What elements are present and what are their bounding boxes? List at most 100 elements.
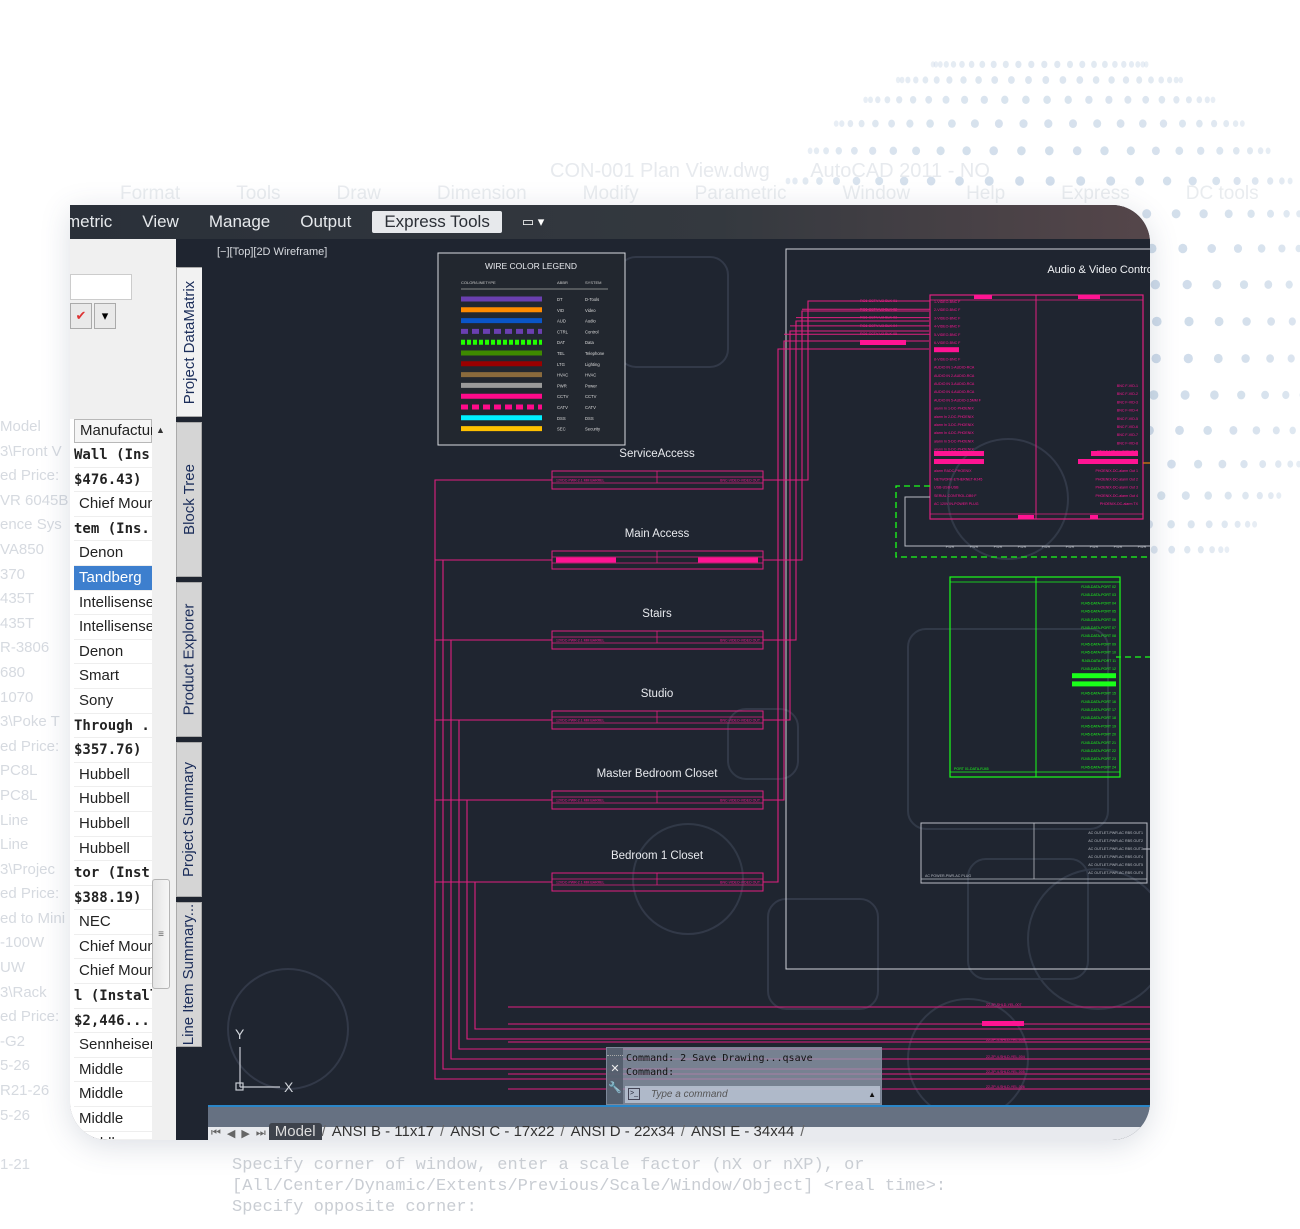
- sphere-dot: [1183, 353, 1193, 364]
- room-port-left: 12VDC-PWR-2.1 MM BARREL: [556, 881, 604, 885]
- scroll-thumb[interactable]: ≡: [152, 879, 170, 989]
- drawing-viewport[interactable]: WIRE COLOR LEGEND COLOR/LINETYPE ABBR SYSTE…: [208, 239, 1150, 1107]
- grid-row[interactable]: $2,446...: [74, 1009, 152, 1034]
- grid-row[interactable]: $476.43): [74, 468, 152, 493]
- layout-tab[interactable]: ANSI D - 22x34: [565, 1123, 681, 1140]
- power-outlet: AC OUTLET-PWR-AC RBS OUT1: [1088, 831, 1143, 835]
- av-input-port: alarm RADC-PHOENIX: [934, 469, 972, 473]
- sphere-dot: [1079, 60, 1086, 69]
- ribbon-tab-express-tools[interactable]: Express Tools: [372, 211, 502, 233]
- room-block[interactable]: Stairs 12VDC-PWR-2.1 MM BARREL BNC-VIDEO-V…: [435, 608, 796, 650]
- palette-tab-block-tree[interactable]: Block Tree: [176, 422, 202, 577]
- sphere-dot: [950, 61, 957, 68]
- room-block[interactable]: Bedroom 1 Closet 12VDC-PWR-2.1 MM BARREL B…: [435, 850, 778, 892]
- grid-row[interactable]: Hubbell: [74, 763, 152, 788]
- network-switch-block[interactable]: RJ45-DATA-PORT 02 RJ45-DATA-PORT 03 RJ45-D…: [949, 576, 1121, 778]
- grid-row[interactable]: l (Install..: [74, 984, 152, 1009]
- security-wiring: [1143, 302, 1150, 464]
- grid-row[interactable]: Intellisense: [74, 615, 152, 640]
- room-block[interactable]: ServiceAccess 12VDC-PWR-2.1 MM BARREL BNC-…: [435, 448, 808, 490]
- sphere-dot: [1148, 76, 1154, 84]
- grid-scrollbar[interactable]: ▲ ≡: [152, 419, 172, 1139]
- layout-nav-icon[interactable]: ⏮: [211, 1127, 221, 1140]
- sphere-dot: [1149, 390, 1159, 400]
- viewport-controls-label[interactable]: [−][Top][2D Wireframe]: [217, 246, 327, 258]
- legend-header: ABBR: [557, 280, 568, 285]
- scroll-up-icon[interactable]: ▲: [156, 425, 165, 435]
- switch-port: RJ45-DATA-PORT 03: [1081, 593, 1116, 597]
- room-block[interactable]: Studio 12VDC-PWR-2.1 MM BARREL BNC-VIDEO-V…: [435, 688, 790, 730]
- command-prompt-icon[interactable]: >_: [628, 1088, 640, 1100]
- grid-row[interactable]: Smart: [74, 664, 152, 689]
- grid-row[interactable]: Tandberg: [74, 565, 152, 591]
- grid-row[interactable]: Denon: [74, 640, 152, 665]
- grid-row[interactable]: Hubbell: [74, 812, 152, 837]
- room-name: Stairs: [642, 608, 672, 620]
- grid-row[interactable]: Middle: [74, 1132, 152, 1139]
- sphere-dot: [1152, 316, 1162, 327]
- switch-port: RJ45-DATA-PORT 04: [1081, 601, 1116, 605]
- room-block[interactable]: Main Access: [435, 528, 802, 570]
- grid-row[interactable]: $357.76): [74, 738, 152, 763]
- layout-nav-icon[interactable]: ▶: [241, 1127, 249, 1140]
- sphere-dot: [1197, 146, 1205, 155]
- layout-nav-icon[interactable]: ⏭: [256, 1127, 266, 1140]
- ribbon-tab-view[interactable]: View: [127, 212, 194, 232]
- grid-row[interactable]: Denon: [74, 541, 152, 566]
- layout-nav-icon[interactable]: ◀: [227, 1127, 235, 1140]
- grid-row[interactable]: Sennheiser: [74, 1033, 152, 1058]
- ribbon-tab-manage[interactable]: Manage: [194, 212, 285, 232]
- sphere-dot: [823, 147, 829, 155]
- switch-port: RJ45-DATA-PORT 16: [1081, 700, 1116, 704]
- grid-row[interactable]: Middle: [74, 1082, 152, 1108]
- grid-row[interactable]: Intellisense: [74, 591, 152, 616]
- close-icon[interactable]: ✕: [607, 1062, 623, 1075]
- power-strip-block[interactable]: AC OUTLET-PWR-AC RBS OUT1 AC OUTLET-PWR-A…: [920, 822, 1148, 884]
- sphere-dot: [1240, 460, 1248, 469]
- grid-row[interactable]: Chief Moun: [74, 935, 152, 960]
- grid-row[interactable]: tem (Ins..: [74, 517, 152, 542]
- column-header-manufacturer[interactable]: Manufactur: [74, 419, 152, 443]
- pwr-label: PWR: [1066, 545, 1075, 549]
- layout-tab[interactable]: Model: [268, 1123, 322, 1140]
- room-port-right: BNC-VIDEO-VIDEO OUT: [720, 639, 761, 643]
- layout-tab[interactable]: ANSI B - 11x17: [326, 1123, 440, 1140]
- layout-tab[interactable]: ANSI E - 34x44: [685, 1123, 800, 1140]
- cad-schematic[interactable]: WIRE COLOR LEGEND COLOR/LINETYPE ABBR SYSTE…: [208, 239, 1150, 1107]
- palette-tab-line-item-summary[interactable]: Line Item Summary...: [176, 902, 202, 1047]
- legend-system: CCTV: [585, 394, 597, 399]
- ribbon-tab-output[interactable]: Output: [285, 212, 366, 232]
- av-control-equipment-block[interactable]: Audio & Video Control EquipmentRG6-CCTV-…: [784, 264, 1150, 520]
- grid-row[interactable]: Middle: [74, 1107, 152, 1132]
- grid-row[interactable]: Through ..: [74, 714, 152, 739]
- ghost-app-name: AutoCAD 2011 - NO: [810, 160, 990, 182]
- sphere-dot: [1241, 354, 1250, 363]
- palette-tab-project-datamatrix[interactable]: Project DataMatrix: [176, 267, 202, 417]
- grid-row[interactable]: Hubbell: [74, 837, 152, 862]
- panel-toggle-icon[interactable]: ▭ ▾: [522, 214, 544, 230]
- ghost-model-cell: 3\Projec: [0, 860, 56, 878]
- grid-row[interactable]: tor (Inst..: [74, 861, 152, 886]
- grid-row[interactable]: Middle: [74, 1058, 152, 1083]
- palette-tab-product-explorer[interactable]: Product Explorer: [176, 582, 202, 737]
- grid-row[interactable]: Sony: [74, 689, 152, 714]
- grid-row[interactable]: Chief Moun: [74, 959, 152, 985]
- grid-row[interactable]: Chief Moun: [74, 492, 152, 517]
- command-history-line: Command: 2 Save Drawing...qsave: [626, 1053, 813, 1064]
- ghost-model-cell: 5-26: [0, 1057, 31, 1075]
- ribbon-tab-metric[interactable]: metric: [70, 212, 127, 232]
- grid-row[interactable]: Hubbell: [74, 787, 152, 812]
- command-history-toggle-icon[interactable]: ▲: [868, 1086, 876, 1103]
- grid-row[interactable]: Wall (Ins..: [74, 443, 152, 468]
- room-block[interactable]: Master Bedroom Closet 12VDC-PWR-2.1 MM BA…: [435, 768, 784, 810]
- sphere-dot: [1182, 279, 1192, 290]
- layout-tab[interactable]: ANSI C - 17x22: [444, 1123, 560, 1140]
- product-search-input[interactable]: [70, 274, 132, 300]
- dropdown-button[interactable]: ▾: [94, 303, 116, 329]
- command-input[interactable]: >_ Type a command ▲: [625, 1086, 880, 1103]
- grid-row[interactable]: NEC: [74, 910, 152, 935]
- palette-tab-project-summary[interactable]: Project Summary: [176, 742, 202, 897]
- checklist-button[interactable]: ✔: [70, 303, 92, 329]
- wrench-icon[interactable]: 🔧: [607, 1081, 623, 1094]
- grid-row[interactable]: $388.19): [74, 886, 152, 911]
